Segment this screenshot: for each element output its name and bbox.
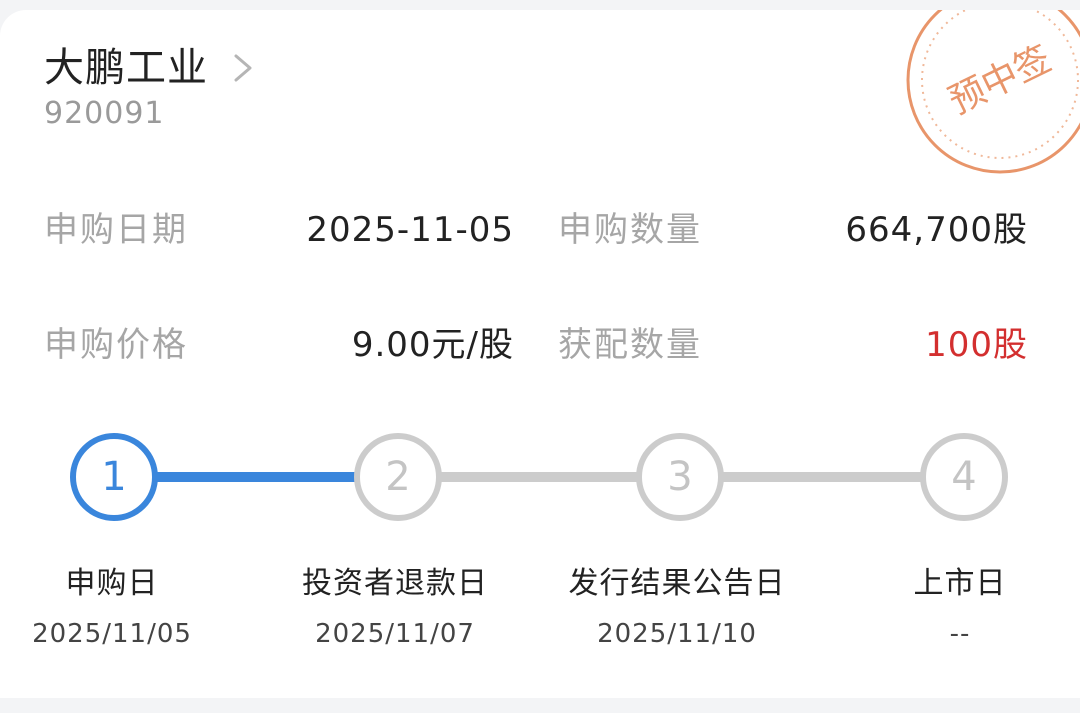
price-value: 9.00元/股 (351, 325, 514, 365)
step-number-1: 1 (101, 454, 127, 500)
company-header-link[interactable]: 大鹏工业 (44, 42, 256, 94)
step-label-3: 发行结果公告日 (568, 566, 786, 601)
step-date-2: 2025/11/07 (315, 619, 475, 649)
price-label: 申购价格 (44, 325, 188, 365)
step-date-1: 2025/11/05 (32, 619, 192, 649)
allotted-value: 100股 (925, 325, 1028, 365)
company-name: 大鹏工业 (44, 45, 208, 91)
subscribe-qty-value: 664,700股 (845, 210, 1028, 250)
step-date-3: 2025/11/10 (597, 619, 757, 649)
step-date-4: -- (949, 619, 971, 649)
step-number-4: 4 (951, 454, 977, 500)
step-label-1: 申购日 (65, 566, 159, 601)
step-number-3: 3 (667, 454, 693, 500)
allotted-label: 获配数量 (558, 325, 702, 365)
subscribe-qty-label: 申购数量 (558, 210, 702, 250)
step-label-2: 投资者退款日 (302, 566, 488, 601)
step-label-4: 上市日 (913, 566, 1007, 601)
step-number-2: 2 (385, 454, 411, 500)
stamp-seal-icon: 预中签 (906, 10, 1080, 174)
stamp-text: 预中签 (943, 38, 1058, 122)
subscribe-date-value: 2025-11-05 (306, 210, 514, 250)
chevron-right-icon (234, 54, 252, 82)
ipo-subscription-card: 大鹏工业 920091 预中签 申购日期 2025-11-05 申购数量 664… (0, 10, 1080, 698)
subscribe-date-label: 申购日期 (44, 210, 188, 250)
stock-code: 920091 (44, 96, 165, 131)
